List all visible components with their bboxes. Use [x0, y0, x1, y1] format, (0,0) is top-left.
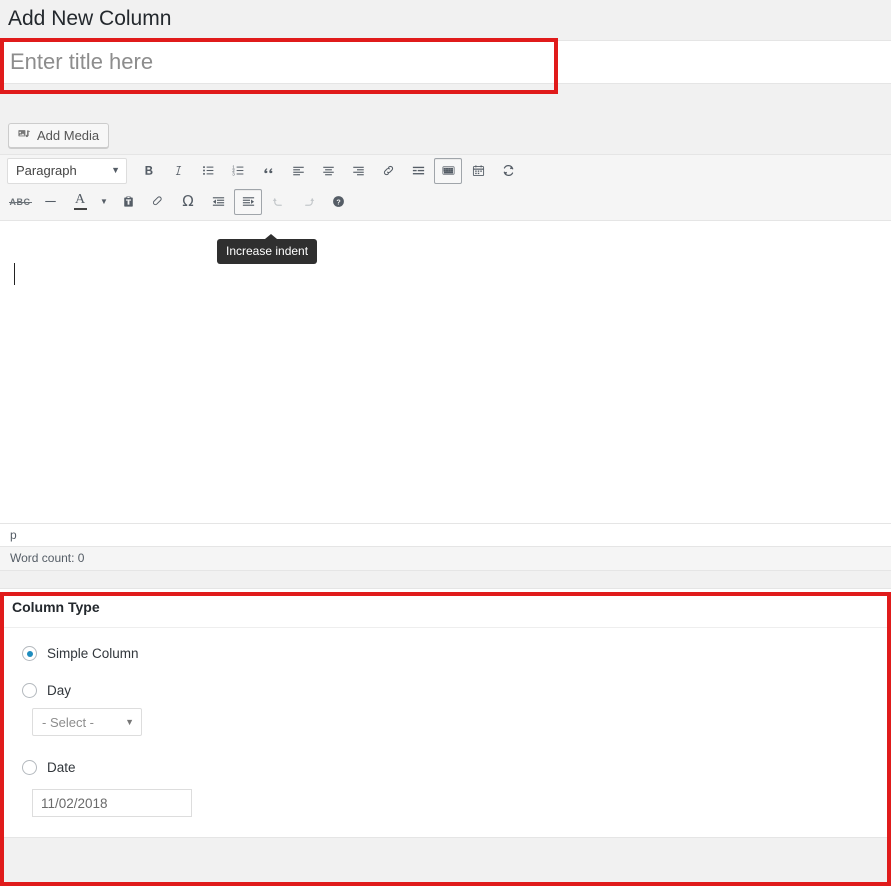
day-select[interactable]: - Select - ▼ [32, 708, 142, 737]
align-right-button[interactable] [344, 158, 372, 184]
column-type-spacer [0, 571, 891, 589]
column-type-header: Column Type [0, 589, 891, 629]
text-cursor [14, 263, 15, 285]
toolbar-toggle-button[interactable] [434, 157, 462, 184]
omega-icon: Ω [182, 192, 194, 211]
insert-link-button[interactable] [374, 158, 402, 184]
media-buttons-bar: Add Media [0, 121, 891, 155]
clear-formatting-button[interactable] [144, 189, 172, 215]
text-color-a-icon: A [73, 193, 87, 211]
keyboard-shortcuts-button[interactable]: ? [324, 189, 352, 215]
redo-button[interactable] [294, 189, 322, 215]
editor-toolbar: Paragraph ▼ 123 ABC A ▼ Ω ? [0, 155, 891, 222]
radio-label-simple-column: Simple Column [47, 646, 139, 662]
page-title: Add New Column [8, 7, 172, 30]
radio-option-simple-column[interactable]: Simple Column [22, 646, 891, 662]
align-left-button[interactable] [284, 158, 312, 184]
read-more-button[interactable] [404, 158, 432, 184]
title-input[interactable] [10, 41, 530, 84]
title-row [0, 40, 891, 85]
chevron-down-icon: ▼ [111, 165, 120, 176]
column-type-body: Simple Column Day - Select - ▼ Date [0, 628, 891, 837]
add-media-label: Add Media [37, 127, 100, 143]
special-character-button[interactable]: Ω [174, 189, 202, 215]
align-center-button[interactable] [314, 158, 342, 184]
day-select-value: - Select - [42, 714, 95, 730]
editor-path-status: p [0, 523, 891, 547]
bulleted-list-button[interactable] [194, 158, 222, 184]
format-select[interactable]: Paragraph ▼ [7, 157, 127, 184]
radio-option-date[interactable]: Date [22, 760, 891, 776]
abc-strikethrough-icon: ABC [8, 196, 32, 207]
svg-text:3: 3 [232, 172, 235, 177]
refresh-button[interactable] [494, 158, 522, 184]
radio-option-day[interactable]: Day [22, 683, 891, 699]
editor-container: Paragraph ▼ 123 ABC A ▼ Ω ? p Word count… [0, 154, 891, 572]
chevron-down-icon: ▼ [100, 196, 108, 206]
toolbar-row-1: Paragraph ▼ 123 [2, 155, 889, 186]
date-input[interactable] [32, 789, 192, 818]
increase-indent-button[interactable] [234, 188, 262, 215]
radio-simple-column[interactable] [22, 646, 37, 662]
italic-button[interactable] [164, 158, 192, 184]
column-type-panel: Column Type Simple Column Day - Select -… [0, 588, 891, 839]
editor-content-area[interactable] [0, 221, 891, 524]
editor-word-count: Word count: 0 [0, 546, 891, 571]
title-area [0, 40, 891, 85]
text-color-caret[interactable]: ▼ [96, 189, 112, 215]
blockquote-button[interactable] [254, 158, 282, 184]
paste-as-text-button[interactable] [114, 189, 142, 215]
horizontal-line-button[interactable] [36, 189, 64, 215]
bold-button[interactable] [134, 158, 162, 184]
numbered-list-button[interactable]: 123 [224, 158, 252, 184]
undo-button[interactable] [264, 189, 292, 215]
radio-label-date: Date [47, 760, 76, 776]
toolbar-row-2: ABC A ▼ Ω ? [2, 186, 889, 217]
chevron-down-icon: ▼ [125, 717, 134, 728]
text-color-button[interactable]: A [66, 189, 94, 215]
format-select-value: Paragraph [16, 163, 77, 179]
add-media-button[interactable]: Add Media [8, 123, 110, 149]
radio-date[interactable] [22, 760, 37, 776]
title-spacer [0, 84, 891, 122]
svg-text:?: ? [336, 199, 340, 207]
radio-label-day: Day [47, 683, 72, 699]
strikethrough-button[interactable]: ABC [6, 189, 34, 215]
radio-day[interactable] [22, 683, 37, 699]
media-icon [17, 128, 31, 142]
increase-indent-tooltip: Increase indent [217, 234, 318, 264]
decrease-indent-button[interactable] [204, 189, 232, 215]
calendar-button[interactable] [464, 158, 492, 184]
